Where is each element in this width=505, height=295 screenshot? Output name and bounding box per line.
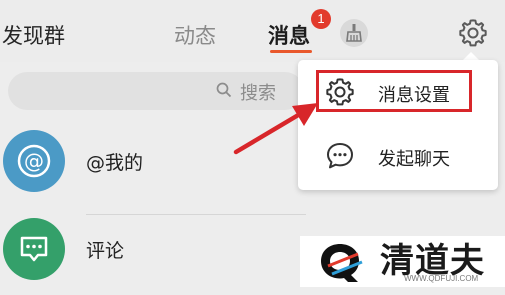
- menu-item-label: 发起聊天: [378, 149, 450, 170]
- chat-bubble-icon: [327, 143, 353, 169]
- clear-unread-button[interactable]: [340, 19, 368, 47]
- settings-gear-icon[interactable]: [457, 17, 489, 49]
- watermark-url: WWW.QDFUJI.COM: [404, 274, 479, 283]
- svg-text:@: @: [24, 149, 44, 173]
- watermark-logo: [321, 244, 363, 282]
- annotation-arrow: [233, 103, 318, 155]
- menu-item-start-chat[interactable]: 发起聊天: [320, 137, 480, 177]
- tab-dynamic[interactable]: 动态: [174, 20, 216, 50]
- tab-messages[interactable]: 消息: [268, 20, 310, 50]
- list-item-label: 评论: [86, 240, 125, 262]
- top-nav-bar: [0, 0, 505, 62]
- list-item-label: @我的: [86, 152, 144, 174]
- active-tab-indicator: [270, 50, 312, 53]
- comment-icon: [20, 236, 48, 262]
- comment-avatar: [3, 218, 65, 280]
- unread-badge: 1: [311, 9, 331, 29]
- broom-icon: [346, 24, 362, 42]
- at-avatar: @: [3, 130, 65, 192]
- at-icon: @: [17, 144, 51, 178]
- tab-discover-groups[interactable]: 发现群: [2, 20, 65, 50]
- annotation-highlight-box: [316, 70, 472, 112]
